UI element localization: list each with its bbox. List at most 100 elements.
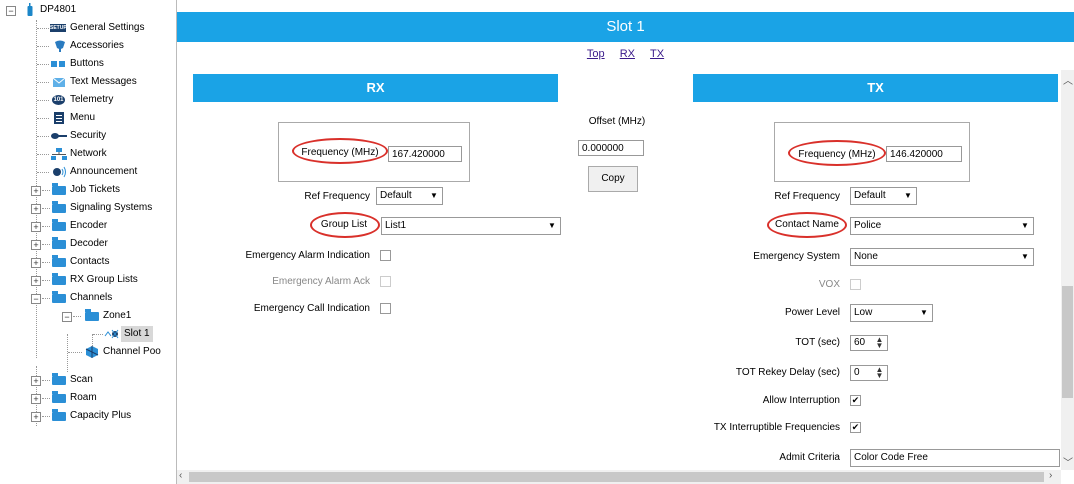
- expand-icon[interactable]: +: [31, 412, 41, 422]
- tree-item-label: Announcement: [70, 166, 138, 177]
- tx-contact-name-select[interactable]: Police ▼: [850, 217, 1034, 235]
- tx-admit-criteria-value: Color Code Free: [854, 452, 928, 463]
- rx-ref-frequency-select[interactable]: Default ▼: [376, 187, 443, 205]
- copy-button[interactable]: Copy: [588, 166, 638, 192]
- tx-tot-spinner[interactable]: 60 ▲ ▼: [850, 335, 888, 351]
- spinner-arrows-icon[interactable]: ▲ ▼: [874, 336, 885, 350]
- tree-item-channel-pool[interactable]: Channel Poo: [0, 344, 176, 360]
- tree-item-general-settings[interactable]: SETUP General Settings: [0, 20, 176, 36]
- collapse-icon[interactable]: −: [6, 6, 16, 16]
- tx-ref-frequency-select[interactable]: Default ▼: [850, 187, 917, 205]
- expand-icon[interactable]: +: [31, 240, 41, 250]
- tree-item-label: Contacts: [70, 256, 110, 267]
- expand-icon[interactable]: +: [31, 394, 41, 404]
- tree-item-announcement[interactable]: Announcement: [0, 164, 176, 180]
- rx-emergency-alarm-indication-checkbox[interactable]: [380, 250, 391, 261]
- folder-icon: [52, 201, 66, 213]
- vertical-scrollbar[interactable]: ︿ ﹀: [1061, 70, 1074, 470]
- folder-icon: [52, 373, 66, 385]
- anchor-rx-link[interactable]: RX: [620, 48, 635, 60]
- tree-item-label: Telemetry: [70, 94, 114, 105]
- tree-item-label: Text Messages: [70, 76, 137, 87]
- horizontal-scroll-thumb[interactable]: [189, 472, 1044, 482]
- tx-power-level-select[interactable]: Low ▼: [850, 304, 933, 322]
- tree-item-rx-group-lists[interactable]: + RX Group Lists: [0, 272, 176, 288]
- settings-icon: SETUP: [50, 24, 67, 32]
- tree-item-label: Capacity Plus: [70, 410, 132, 421]
- tree-connector: [37, 100, 49, 101]
- rx-group-list-select[interactable]: List1 ▼: [381, 217, 561, 235]
- rx-emergency-alarm-indication-label: Emergency Alarm Indication: [245, 250, 370, 261]
- expand-icon[interactable]: +: [31, 186, 41, 196]
- tree-item-roam[interactable]: + Roam: [0, 390, 176, 406]
- tree-item-label: Encoder: [70, 220, 108, 231]
- tree-item-network[interactable]: Network: [0, 146, 176, 162]
- folder-icon: [52, 391, 66, 403]
- tree-item-zone1[interactable]: − Zone1: [0, 308, 176, 324]
- tree-item-channels[interactable]: − Channels: [0, 290, 176, 306]
- tx-emergency-system-select[interactable]: None ▼: [850, 248, 1034, 266]
- expand-icon[interactable]: +: [31, 276, 41, 286]
- network-icon: [51, 148, 67, 160]
- expand-icon[interactable]: +: [31, 204, 41, 214]
- rx-frequency-input[interactable]: 167.420000: [388, 146, 462, 162]
- channel-icon: [104, 328, 120, 340]
- tree-item-decoder[interactable]: + Decoder: [0, 236, 176, 252]
- collapse-icon[interactable]: −: [62, 312, 72, 322]
- scroll-up-icon[interactable]: ︿: [1063, 72, 1073, 87]
- tree-item-contacts[interactable]: + Contacts: [0, 254, 176, 270]
- scroll-down-icon[interactable]: ﹀: [1063, 454, 1073, 469]
- expand-icon[interactable]: +: [31, 376, 41, 386]
- tree-item-menu[interactable]: Menu: [0, 110, 176, 126]
- tree-item-scan[interactable]: + Scan: [0, 372, 176, 388]
- expand-icon[interactable]: +: [31, 258, 41, 268]
- scroll-left-icon[interactable]: ‹: [179, 470, 182, 481]
- spinner-arrows-icon[interactable]: ▲ ▼: [874, 366, 885, 380]
- tx-allow-interruption-checkbox[interactable]: ✔: [850, 395, 861, 406]
- scroll-right-icon[interactable]: ›: [1049, 470, 1052, 481]
- tree-connector: [37, 154, 49, 155]
- tree-connector: [42, 190, 50, 191]
- tree-item-encoder[interactable]: + Encoder: [0, 218, 176, 234]
- offset-input[interactable]: 0.000000: [578, 140, 644, 156]
- tx-interruptible-frequencies-checkbox[interactable]: ✔: [850, 422, 861, 433]
- tree-item-slot1[interactable]: Slot 1: [0, 326, 176, 342]
- navigation-tree[interactable]: − DP4801 SETUP General Settings Accessor…: [0, 0, 177, 484]
- collapse-icon[interactable]: −: [31, 294, 41, 304]
- rx-emergency-alarm-ack-label: Emergency Alarm Ack: [272, 276, 370, 287]
- tree-item-capacity-plus[interactable]: + Capacity Plus: [0, 408, 176, 424]
- tree-connector: [42, 262, 50, 263]
- tx-contact-name-highlight: [767, 212, 847, 238]
- anchor-tx-link[interactable]: TX: [650, 48, 664, 60]
- tree-item-telemetry[interactable]: 101 Telemetry: [0, 92, 176, 108]
- tx-tot-rekey-spinner[interactable]: 0 ▲ ▼: [850, 365, 888, 381]
- chevron-down-icon: ▼: [904, 191, 912, 200]
- tree-item-security[interactable]: Security: [0, 128, 176, 144]
- expand-icon[interactable]: +: [31, 222, 41, 232]
- rx-frequency-highlight: [292, 138, 388, 164]
- tree-root-label: DP4801: [40, 4, 77, 15]
- tree-root[interactable]: − DP4801: [0, 2, 176, 18]
- tx-admit-criteria-select[interactable]: Color Code Free: [850, 449, 1060, 467]
- tree-item-label: Security: [70, 130, 107, 141]
- tx-frequency-input[interactable]: 146.420000: [886, 146, 962, 162]
- tree-connector: [42, 244, 50, 245]
- rx-group-list-highlight: [310, 212, 380, 238]
- rx-emergency-call-indication-checkbox[interactable]: [380, 303, 391, 314]
- tree-item-job-tickets[interactable]: + Job Tickets: [0, 182, 176, 198]
- tx-admit-criteria-label: Admit Criteria: [779, 452, 840, 463]
- tree-item-signaling-systems[interactable]: + Signaling Systems: [0, 200, 176, 216]
- horizontal-scrollbar[interactable]: ‹ ›: [177, 470, 1061, 484]
- vertical-scroll-thumb[interactable]: [1062, 286, 1073, 398]
- tree-item-buttons[interactable]: Buttons: [0, 56, 176, 72]
- anchor-top-link[interactable]: Top: [587, 48, 605, 60]
- chevron-down-icon: ▼: [430, 191, 438, 200]
- tx-tot-value: 60: [854, 337, 866, 348]
- tree-item-label: Accessories: [70, 40, 124, 51]
- tree-item-label: RX Group Lists: [70, 274, 138, 285]
- tx-ref-frequency-value: Default: [854, 190, 886, 201]
- tree-item-text-messages[interactable]: Text Messages: [0, 74, 176, 90]
- menu-icon: [52, 112, 66, 124]
- tx-interruptible-frequencies-label: TX Interruptible Frequencies: [713, 422, 840, 433]
- tree-item-accessories[interactable]: Accessories: [0, 38, 176, 54]
